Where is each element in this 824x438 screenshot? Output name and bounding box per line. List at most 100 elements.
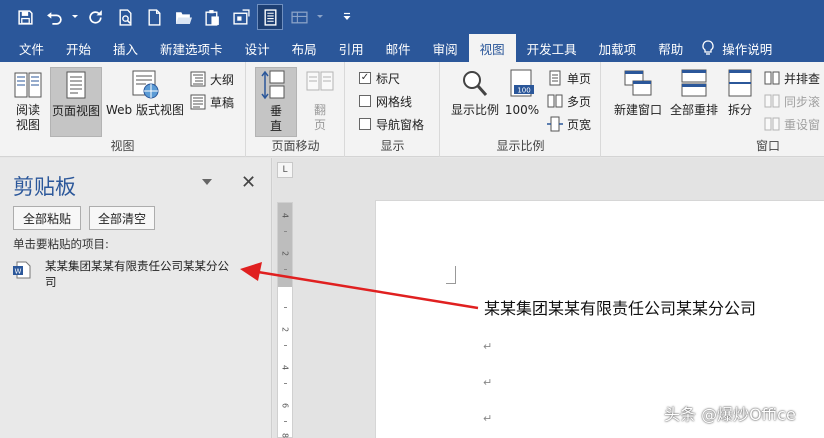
magnifier-icon [463, 71, 488, 96]
page-width-button[interactable]: 页宽 [547, 114, 591, 134]
paragraph-mark: ↵ [483, 340, 493, 353]
view-side-by-side-button[interactable]: 并排查 [764, 68, 820, 88]
clipboard-pane-title: 剪贴板 [13, 175, 76, 199]
group-page-movement-label: 页面移动 [271, 139, 320, 153]
open-folder-icon[interactable] [170, 4, 196, 30]
ribbon-view: 阅读 视图 页面视图 Web 版式视图 大纲 草稿 视图 垂 直 翻 页 页面移… [0, 62, 824, 157]
split-button[interactable]: 拆分 [722, 67, 758, 118]
tab-home[interactable]: 开始 [55, 34, 102, 62]
ruler-tick [284, 345, 287, 346]
ruler-number: 2 [280, 250, 290, 257]
tab-new-tab[interactable]: 新建选项卡 [149, 34, 234, 62]
group-zoom: 显示比例 100 100% 单页 多页 页宽 显示比例 [441, 62, 601, 157]
outline-icon [190, 71, 206, 87]
ruler-number: 2 [280, 326, 290, 333]
synchronous-scrolling-button[interactable]: 同步滚 [764, 91, 820, 111]
svg-text:100: 100 [517, 87, 530, 95]
ruler-checkbox[interactable]: ✓ 标尺 [359, 68, 400, 88]
tab-file[interactable]: 文件 [8, 34, 55, 62]
save-icon[interactable] [12, 4, 38, 30]
arrange-all-icon [681, 69, 707, 97]
paste-icon[interactable] [199, 4, 225, 30]
nav-pane-checkbox[interactable]: 导航窗格 [359, 114, 424, 134]
tab-view[interactable]: 视图 [468, 34, 516, 62]
clipboard-item[interactable]: W 某某集团某某有限责任公司某某分公司 [12, 258, 232, 290]
zoom-button[interactable]: 显示比例 [447, 67, 503, 118]
new-window-icon [624, 70, 652, 96]
multiple-pages-button[interactable]: 多页 [547, 91, 591, 111]
close-icon[interactable]: ✕ [241, 172, 256, 193]
clipboard-pane: 剪贴板 ✕ 全部粘贴 全部清空 单击要粘贴的项目: W 某某集团某某有限责任公司… [0, 158, 272, 438]
web-layout-button[interactable]: Web 版式视图 [104, 67, 186, 118]
tab-selector[interactable]: L [277, 162, 293, 178]
ruler-number: 4 [280, 364, 290, 371]
new-window-button[interactable]: 新建窗口 [610, 67, 666, 118]
redo-icon[interactable] [83, 4, 109, 30]
read-mode-icon[interactable] [257, 4, 283, 30]
crop-mark [446, 266, 456, 284]
table-icon[interactable] [286, 4, 312, 30]
pane-options-icon[interactable] [200, 176, 214, 188]
ruler-number: 6 [280, 402, 290, 409]
multiple-pages-icon [547, 94, 563, 108]
undo-icon[interactable] [41, 4, 67, 30]
group-views: 阅读 视图 页面视图 Web 版式视图 大纲 草稿 视图 [0, 62, 246, 157]
group-show: ✓ 标尺 网格线 导航窗格 显示 [346, 62, 440, 157]
nav-pane-checkbox-box[interactable] [359, 118, 371, 130]
document-area: L 4 2 2 4 6 8 某某集团某某有限责任公司某某分公司 ↵ ↵ ↵ [273, 158, 824, 438]
zoom-100-button[interactable]: 100 100% [503, 67, 541, 118]
tab-addins[interactable]: 加载项 [588, 34, 648, 62]
read-mode-icon [14, 72, 42, 98]
print-preview-icon[interactable] [112, 4, 138, 30]
ruler-checkbox-box[interactable]: ✓ [359, 72, 371, 84]
gridlines-checkbox-box[interactable] [359, 95, 371, 107]
zoom-100-icon: 100 [510, 69, 534, 97]
ruler-tick [284, 421, 287, 422]
arrange-all-button[interactable]: 全部重排 [666, 67, 722, 118]
draft-icon [190, 94, 206, 110]
tab-developer[interactable]: 开发工具 [516, 34, 588, 62]
clipboard-item-text: 某某集团某某有限责任公司某某分公司 [45, 259, 229, 289]
group-page-movement: 垂 直 翻 页 页面移动 [247, 62, 345, 157]
tab-design[interactable]: 设计 [234, 34, 281, 62]
paragraph-mark: ↵ [483, 412, 493, 425]
word-doc-icon: W [13, 261, 31, 279]
print-layout-icon [66, 71, 86, 99]
quick-access-toolbar [0, 0, 824, 34]
tab-layout[interactable]: 布局 [281, 34, 328, 62]
tab-insert[interactable]: 插入 [102, 34, 149, 62]
paste-all-button[interactable]: 全部粘贴 [13, 206, 81, 230]
tell-me-box[interactable]: 操作说明 [694, 34, 772, 62]
tab-help[interactable]: 帮助 [647, 34, 694, 62]
tab-references[interactable]: 引用 [328, 34, 375, 62]
document-text-line[interactable]: 某某集团某某有限责任公司某某分公司 [484, 295, 756, 319]
read-mode-button[interactable]: 阅读 视图 [8, 67, 48, 133]
side-to-side-button[interactable]: 翻 页 [300, 67, 340, 133]
tab-mailings[interactable]: 邮件 [375, 34, 422, 62]
tell-me-label: 操作说明 [722, 41, 773, 57]
ruler-tick [284, 269, 287, 270]
one-page-button[interactable]: 单页 [547, 68, 591, 88]
clipboard-hint: 单击要粘贴的项目: [13, 237, 109, 251]
undo-dropdown-icon[interactable] [70, 4, 80, 30]
gridlines-checkbox[interactable]: 网格线 [359, 91, 412, 111]
watermark: 头条 @爆炒Office [664, 405, 796, 424]
clear-all-button[interactable]: 全部清空 [89, 206, 155, 230]
outline-button[interactable]: 大纲 [190, 69, 234, 89]
tab-review[interactable]: 审阅 [422, 34, 469, 62]
print-layout-button[interactable]: 页面视图 [50, 67, 102, 137]
draft-button[interactable]: 草稿 [190, 92, 234, 112]
table-dropdown-icon[interactable] [315, 4, 325, 30]
split-icon [728, 69, 752, 97]
screenshot-icon[interactable] [228, 4, 254, 30]
customize-icon[interactable] [334, 4, 360, 30]
vertical-button[interactable]: 垂 直 [255, 67, 297, 137]
ruler-number: 4 [280, 212, 290, 219]
vertical-ruler[interactable]: 4 2 2 4 6 8 [277, 202, 293, 438]
new-document-icon[interactable] [141, 4, 167, 30]
ruler-number: 8 [280, 432, 290, 438]
group-show-label: 显示 [380, 139, 405, 153]
web-layout-icon [132, 70, 159, 99]
reset-window-position-button[interactable]: 重设窗 [764, 114, 820, 134]
lightbulb-icon [702, 40, 714, 55]
